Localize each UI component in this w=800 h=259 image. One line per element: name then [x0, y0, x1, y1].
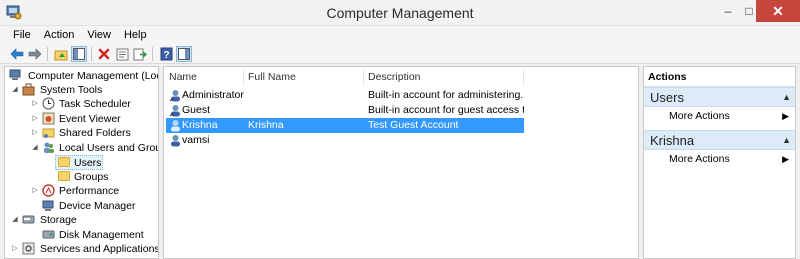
user-name: Guest	[182, 104, 211, 116]
menu-view[interactable]: View	[80, 26, 117, 44]
tree-label: Services and Applications	[40, 243, 159, 255]
tree-label: Users	[74, 157, 102, 169]
collapse-triangle-icon[interactable]: ▲	[782, 88, 791, 107]
collapse-arrow-icon[interactable]: ◢	[11, 83, 19, 97]
delete-icon[interactable]	[96, 46, 112, 62]
users-list: Name Full Name Description Administrator…	[163, 66, 639, 259]
toolbar-separator	[152, 47, 153, 61]
submenu-arrow-icon: ▶	[782, 111, 789, 121]
menu-file[interactable]: File	[6, 26, 37, 44]
tree-label: Device Manager	[59, 200, 136, 212]
tree-label: Task Scheduler	[59, 98, 131, 110]
section-title: Users	[650, 90, 684, 105]
user-description: Built-in account for administering...	[368, 89, 524, 101]
toolbar: ?	[0, 44, 800, 64]
device-manager-icon	[42, 200, 54, 211]
user-name: Krishna	[182, 119, 218, 131]
column-header-name[interactable]: Name	[169, 67, 197, 87]
users-group-icon	[44, 142, 54, 153]
user-description: Built-in account for guest access t...	[368, 104, 524, 116]
actions-section-users[interactable]: Users ▲	[644, 87, 795, 107]
actions-pane: Actions Users ▲ More Actions ▶ Krishna ▲…	[643, 66, 796, 259]
tree-label: Computer Management (Local	[28, 70, 159, 82]
svg-text:?: ?	[163, 50, 169, 61]
tree-label: System Tools	[40, 84, 103, 96]
actions-section-krishna[interactable]: Krishna ▲	[644, 130, 795, 150]
show-hide-action-pane-icon[interactable]	[176, 46, 192, 62]
folder-icon	[58, 171, 70, 181]
menu-bar: File Action View Help	[0, 26, 800, 44]
user-full-name: Krishna	[248, 119, 284, 131]
clock-icon	[42, 97, 55, 110]
up-folder-icon[interactable]	[53, 46, 69, 62]
forward-arrow-icon[interactable]	[27, 46, 43, 62]
collapse-arrow-icon[interactable]: ◢	[31, 141, 39, 155]
table-row-selected[interactable]: Krishna Krishna Test Guest Account	[166, 118, 524, 133]
column-divider[interactable]	[523, 69, 524, 85]
table-row[interactable]: Guest Built-in account for guest access …	[166, 103, 524, 118]
actions-title: Actions	[644, 67, 795, 87]
export-list-icon[interactable]	[132, 46, 148, 62]
action-label: More Actions	[669, 153, 730, 165]
more-actions-users[interactable]: More Actions ▶	[644, 108, 795, 124]
column-header-full-name[interactable]: Full Name	[248, 67, 296, 87]
toolbar-separator	[91, 47, 92, 61]
submenu-arrow-icon: ▶	[782, 154, 789, 164]
tree-label: Storage	[40, 214, 77, 226]
table-row[interactable]: Administrator Built-in account for admin…	[166, 88, 524, 103]
title-bar: Computer Management – □ ✕	[0, 0, 800, 26]
storage-icon	[22, 215, 35, 224]
column-divider[interactable]	[363, 69, 364, 85]
column-divider[interactable]	[243, 69, 244, 85]
disk-management-icon	[42, 230, 55, 239]
user-icon	[169, 90, 180, 102]
tree-label: Local Users and Groups	[59, 142, 158, 154]
collapse-arrow-icon[interactable]: ◢	[11, 213, 19, 227]
show-hide-console-tree-icon[interactable]	[71, 46, 87, 62]
tree-label: Groups	[74, 171, 109, 183]
tree-label: Performance	[59, 185, 120, 197]
expand-arrow-icon[interactable]: ▷	[11, 242, 19, 256]
action-label: More Actions	[669, 110, 730, 122]
minimize-button[interactable]: –	[713, 0, 743, 22]
user-icon	[171, 135, 180, 147]
help-icon[interactable]: ?	[158, 46, 174, 62]
folder-icon	[58, 157, 70, 167]
expand-arrow-icon[interactable]: ▷	[31, 112, 39, 126]
toolbar-separator	[47, 47, 48, 61]
user-name: Administrator	[182, 89, 244, 101]
table-row[interactable]: vamsi	[166, 133, 524, 148]
menu-action[interactable]: Action	[37, 26, 81, 44]
expand-arrow-icon[interactable]: ▷	[31, 97, 39, 111]
user-description: Test Guest Account	[368, 119, 459, 131]
more-actions-krishna[interactable]: More Actions ▶	[644, 151, 795, 167]
computer-management-icon	[9, 69, 21, 80]
close-button[interactable]: ✕	[756, 0, 800, 22]
expand-arrow-icon[interactable]: ▷	[31, 184, 39, 198]
column-header-description[interactable]: Description	[368, 67, 421, 87]
back-arrow-icon[interactable]	[9, 46, 25, 62]
tree-label: Disk Management	[59, 229, 144, 241]
user-icon	[169, 105, 180, 117]
user-icon	[171, 120, 180, 132]
shared-folder-icon	[42, 128, 55, 138]
properties-icon[interactable]	[114, 46, 130, 62]
user-name: vamsi	[182, 134, 210, 146]
expand-arrow-icon[interactable]: ▷	[31, 126, 39, 140]
tree-label: Shared Folders	[59, 127, 131, 139]
console-tree: Computer Management (Local ◢ System Tool…	[4, 66, 159, 259]
collapse-triangle-icon[interactable]: ▲	[782, 131, 791, 150]
toolbox-icon	[22, 83, 35, 96]
section-title: Krishna	[650, 133, 695, 148]
window-title: Computer Management	[326, 5, 474, 21]
menu-help[interactable]: Help	[117, 26, 153, 44]
tree-label: Event Viewer	[59, 113, 121, 125]
event-viewer-icon	[42, 112, 55, 125]
performance-icon	[42, 184, 55, 197]
tree-node-users[interactable]: Users	[55, 155, 103, 170]
services-icon	[22, 242, 35, 255]
maximize-button[interactable]: □	[742, 0, 756, 22]
